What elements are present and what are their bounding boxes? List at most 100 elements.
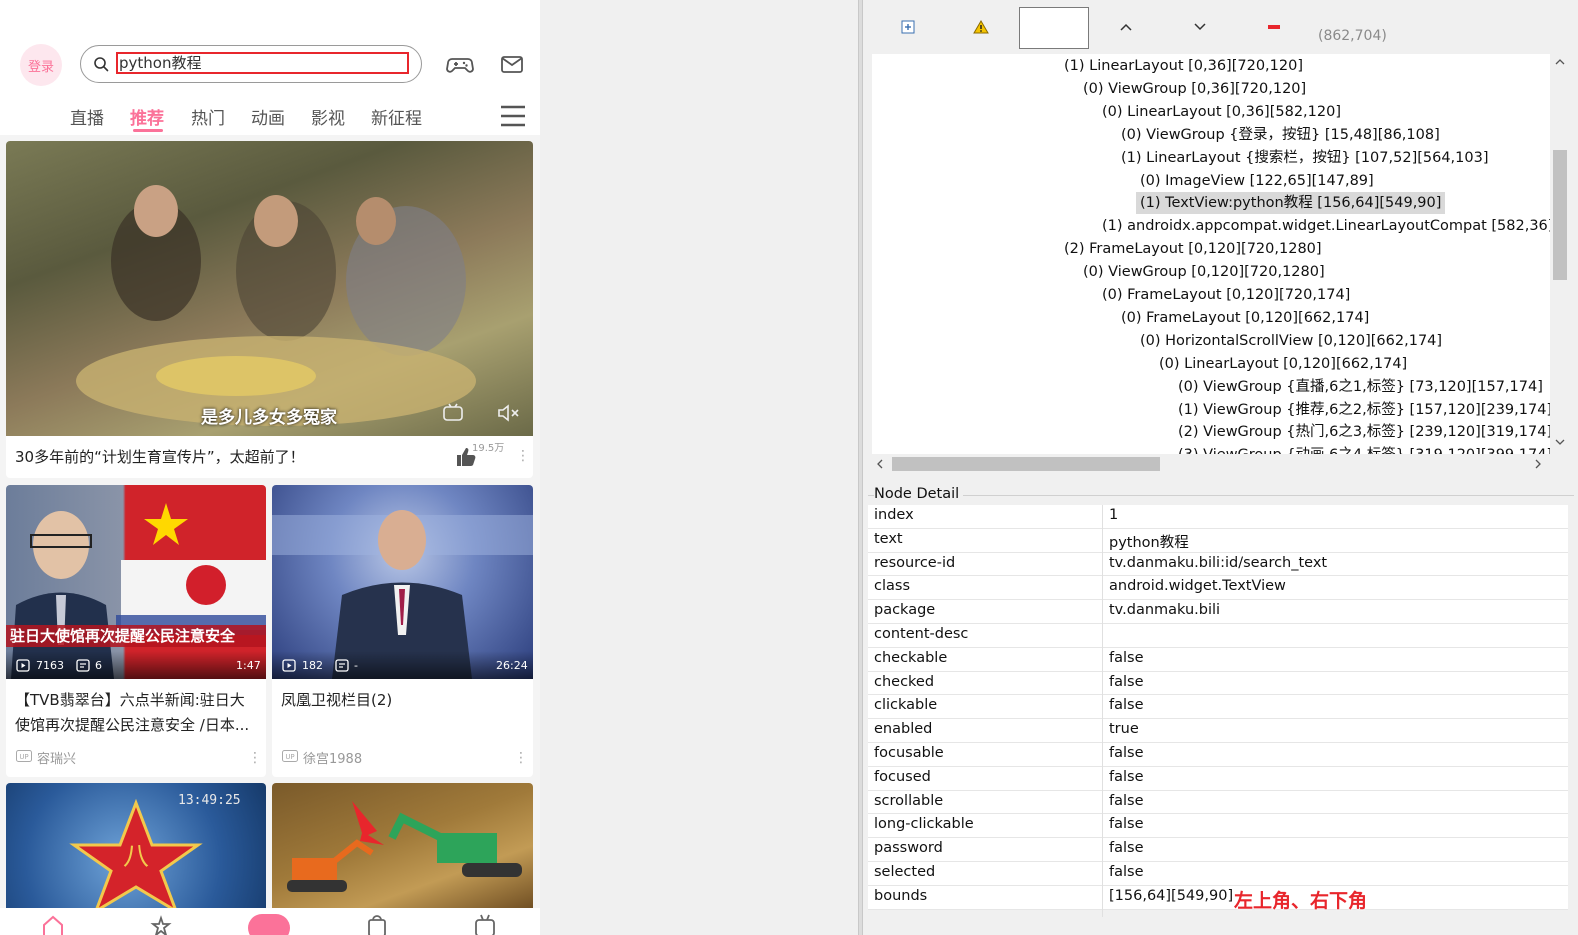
detail-row[interactable]: clickable false xyxy=(868,695,1568,720)
detail-row[interactable]: checked false xyxy=(868,672,1568,696)
featured-thumbnail[interactable]: 是多儿多女多冤家 xyxy=(6,141,533,436)
detail-row[interactable]: focused false xyxy=(868,767,1568,791)
tree-node[interactable]: (3) ViewGroup {动画,6之4,标签} [319,120][399,… xyxy=(1178,444,1552,454)
tree-node[interactable]: (1) ViewGroup {推荐,6之2,标签} [157,120][239,… xyxy=(1178,399,1552,421)
detail-value[interactable]: false xyxy=(1109,697,1144,713)
menu-icon[interactable] xyxy=(500,104,526,128)
tree-node[interactable]: (1) LinearLayout {搜索栏，按钮} [107,52][564,1… xyxy=(1121,147,1489,169)
video-title[interactable]: 凤凰卫视栏目(2) xyxy=(281,688,392,713)
hierarchy-tree[interactable]: (1) LinearLayout [0,36][720,120] (0) View… xyxy=(872,54,1558,454)
video-title[interactable]: 【TVB翡翠台】六点半新闻:驻日大使馆再次提醒公民注意安全 /日本... xyxy=(15,688,257,738)
video-card[interactable]: 182 - 26:24 凤凰卫视栏目(2) UP 徐宫1988 ⋮ xyxy=(272,485,533,777)
scroll-down-icon[interactable] xyxy=(1555,438,1565,446)
clear-search-button[interactable] xyxy=(1257,10,1291,44)
login-button[interactable]: 登录 xyxy=(20,44,62,86)
detail-value[interactable]: [156,64][549,90] xyxy=(1109,888,1233,904)
tab-hot[interactable]: 热门 xyxy=(191,104,225,129)
detail-row[interactable]: long-clickable false xyxy=(868,814,1568,839)
detail-row[interactable]: bounds [156,64][549,90] xyxy=(868,886,1568,910)
video-thumbnail[interactable]: 驻日大使馆再次提醒公民注意安全 7163 6 1:47 xyxy=(6,485,266,679)
detail-value[interactable]: false xyxy=(1109,769,1144,785)
find-input[interactable] xyxy=(1019,7,1089,49)
tab-live[interactable]: 直播 xyxy=(70,104,104,129)
video-card[interactable]: 八 13:49:25 xyxy=(6,783,266,913)
tree-node[interactable]: (0) ViewGroup [0,120][720,1280] xyxy=(1083,261,1325,283)
detail-value[interactable]: false xyxy=(1109,650,1144,666)
detail-value[interactable]: false xyxy=(1109,793,1144,809)
detail-row[interactable]: focusable false xyxy=(868,743,1568,767)
detail-row[interactable]: selected false xyxy=(868,862,1568,886)
toggle-nafs-button[interactable] xyxy=(964,10,998,44)
vertical-scroll-thumb[interactable] xyxy=(1553,150,1567,280)
detail-row[interactable]: content-desc xyxy=(868,624,1568,648)
find-previous-button[interactable] xyxy=(1109,10,1143,44)
tree-node[interactable]: (2) ViewGroup {热门,6之3,标签} [239,120][319,… xyxy=(1178,421,1552,443)
detail-value[interactable]: tv.danmaku.bili:id/search_text xyxy=(1109,555,1327,571)
danmaku-toggle-icon[interactable] xyxy=(442,403,464,423)
featured-title[interactable]: 30多年前的“计划生育宣传片”，太超前了！ xyxy=(15,445,305,470)
detail-row[interactable]: index 1 xyxy=(868,505,1568,529)
detail-row[interactable]: enabled true xyxy=(868,719,1568,743)
expand-all-button[interactable] xyxy=(891,10,925,44)
tree-node[interactable]: (0) FrameLayout [0,120][662,174] xyxy=(1121,307,1369,329)
video-thumbnail[interactable]: 182 - 26:24 xyxy=(272,485,533,679)
more-options-icon[interactable]: ⋮ xyxy=(516,449,530,463)
detail-row[interactable]: scrollable false xyxy=(868,791,1568,815)
video-thumbnail[interactable] xyxy=(272,783,533,913)
tree-node[interactable]: (0) LinearLayout [0,120][662,174] xyxy=(1159,353,1407,375)
home-icon[interactable] xyxy=(41,914,65,935)
detail-row[interactable]: password false xyxy=(868,838,1568,862)
find-next-button[interactable] xyxy=(1183,10,1217,44)
tree-node[interactable]: (1) LinearLayout [0,36][720,120] xyxy=(1064,55,1303,77)
tree-node[interactable]: (0) HorizontalScrollView [0,120][662,174… xyxy=(1140,330,1442,352)
splitter[interactable] xyxy=(858,0,863,935)
detail-value[interactable]: false xyxy=(1109,745,1144,761)
uploader-name[interactable]: 徐宫1988 xyxy=(303,748,362,767)
more-options-icon[interactable]: ⋮ xyxy=(248,751,262,765)
search-bar[interactable]: python教程 xyxy=(80,45,422,83)
detail-value[interactable]: true xyxy=(1109,721,1139,737)
tree-node[interactable]: (0) FrameLayout [0,120][720,174] xyxy=(1102,284,1350,306)
scroll-left-icon[interactable] xyxy=(876,459,884,469)
tree-node[interactable]: (0) ViewGroup {登录，按钮} [15,48][86,108] xyxy=(1121,124,1440,146)
tab-anime[interactable]: 动画 xyxy=(251,104,285,129)
detail-value[interactable]: false xyxy=(1109,864,1144,880)
mute-icon[interactable] xyxy=(496,403,520,423)
detail-row[interactable]: text python教程 xyxy=(868,529,1568,553)
detail-value[interactable]: android.widget.TextView xyxy=(1109,578,1286,594)
video-card[interactable] xyxy=(272,783,533,913)
tab-film[interactable]: 影视 xyxy=(311,104,345,129)
uploader-name[interactable]: 容瑞兴 xyxy=(37,748,76,767)
detail-value[interactable]: 1 xyxy=(1109,507,1118,523)
detail-value[interactable]: false xyxy=(1109,816,1144,832)
scroll-up-icon[interactable] xyxy=(1555,58,1565,66)
tree-node[interactable]: (0) ViewGroup {直播,6之1,标签} [73,120][157,1… xyxy=(1178,376,1543,398)
column-separator[interactable] xyxy=(1102,505,1103,917)
mail-icon[interactable] xyxy=(498,50,526,78)
profile-tv-icon[interactable] xyxy=(473,914,497,935)
detail-row[interactable]: package tv.danmaku.bili xyxy=(868,600,1568,624)
trending-icon[interactable] xyxy=(149,914,173,935)
tab-recommend[interactable]: 推荐 xyxy=(130,104,164,129)
video-card[interactable]: 驻日大使馆再次提醒公民注意安全 7163 6 1:47 【TVB翡翠台】六点半新… xyxy=(6,485,266,777)
detail-value[interactable]: tv.danmaku.bili xyxy=(1109,602,1220,618)
gamepad-icon[interactable] xyxy=(446,50,474,78)
detail-value[interactable]: false xyxy=(1109,840,1144,856)
tree-node[interactable]: (1) androidx.appcompat.widget.LinearLayo… xyxy=(1102,215,1553,237)
detail-value[interactable]: python教程 xyxy=(1109,531,1189,552)
horizontal-scroll-thumb[interactable] xyxy=(892,457,1160,471)
detail-value[interactable]: false xyxy=(1109,674,1144,690)
tree-horizontal-scrollbar[interactable] xyxy=(872,454,1550,474)
detail-row[interactable]: checkable false xyxy=(868,648,1568,672)
tree-node[interactable]: (2) FrameLayout [0,120][720,1280] xyxy=(1064,238,1322,260)
video-thumbnail[interactable]: 八 13:49:25 xyxy=(6,783,266,913)
tree-node[interactable]: (0) ViewGroup [0,36][720,120] xyxy=(1083,78,1306,100)
publish-button[interactable] xyxy=(248,914,290,935)
featured-video-card[interactable]: 是多儿多女多冤家 30多年前的“计划生育宣传片”，太超前了！ 19.5万 ⋮ xyxy=(6,141,533,478)
tab-new-journey[interactable]: 新征程 xyxy=(371,104,422,129)
tree-node[interactable]: (1) TextView:python教程 [156,64][549,90] xyxy=(1136,192,1446,215)
tree-node[interactable]: (0) ImageView [122,65][147,89] xyxy=(1140,170,1374,192)
mall-icon[interactable] xyxy=(365,914,389,935)
more-options-icon[interactable]: ⋮ xyxy=(514,751,528,765)
detail-row[interactable]: class android.widget.TextView xyxy=(868,576,1568,601)
